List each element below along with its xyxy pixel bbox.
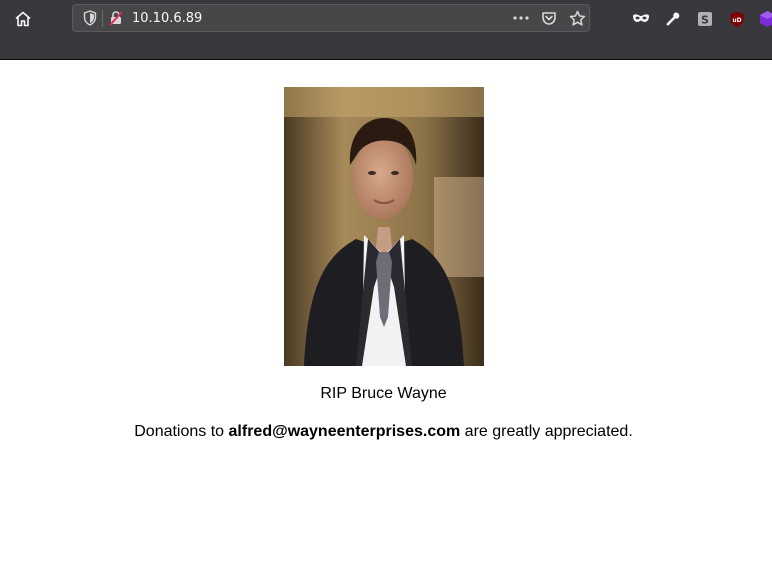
browser-toolbar: 10.10.6.89 S uD xyxy=(0,0,772,60)
svg-text:uD: uD xyxy=(732,17,741,24)
bruce-wayne-portrait xyxy=(284,87,484,366)
svg-text:S: S xyxy=(701,14,709,27)
insecure-lock-icon[interactable] xyxy=(104,6,128,30)
ublock-icon[interactable]: uD xyxy=(725,7,749,31)
donation-email: alfred@wayneenterprises.com xyxy=(228,423,461,440)
page-content: RIP Bruce Wayne Donations to alfred@wayn… xyxy=(0,60,772,580)
donation-suffix: are greatly appreciated. xyxy=(460,423,633,440)
star-icon[interactable] xyxy=(565,6,589,30)
s-extension-icon[interactable]: S xyxy=(693,7,717,31)
url-text[interactable]: 10.10.6.89 xyxy=(132,11,202,26)
purple-extension-icon[interactable] xyxy=(755,7,772,31)
wrench-icon[interactable] xyxy=(661,7,685,31)
url-divider xyxy=(102,10,103,27)
mask-icon[interactable] xyxy=(629,7,653,31)
shield-icon[interactable] xyxy=(78,6,102,30)
home-icon[interactable] xyxy=(11,7,35,31)
url-bar[interactable]: 10.10.6.89 xyxy=(72,4,590,32)
donation-prefix: Donations to xyxy=(134,423,229,440)
pocket-icon[interactable] xyxy=(537,6,561,30)
memorial-caption: RIP Bruce Wayne xyxy=(320,385,447,402)
more-icon[interactable] xyxy=(509,6,533,30)
donation-message: Donations to alfred@wayneenterprises.com… xyxy=(0,423,767,441)
